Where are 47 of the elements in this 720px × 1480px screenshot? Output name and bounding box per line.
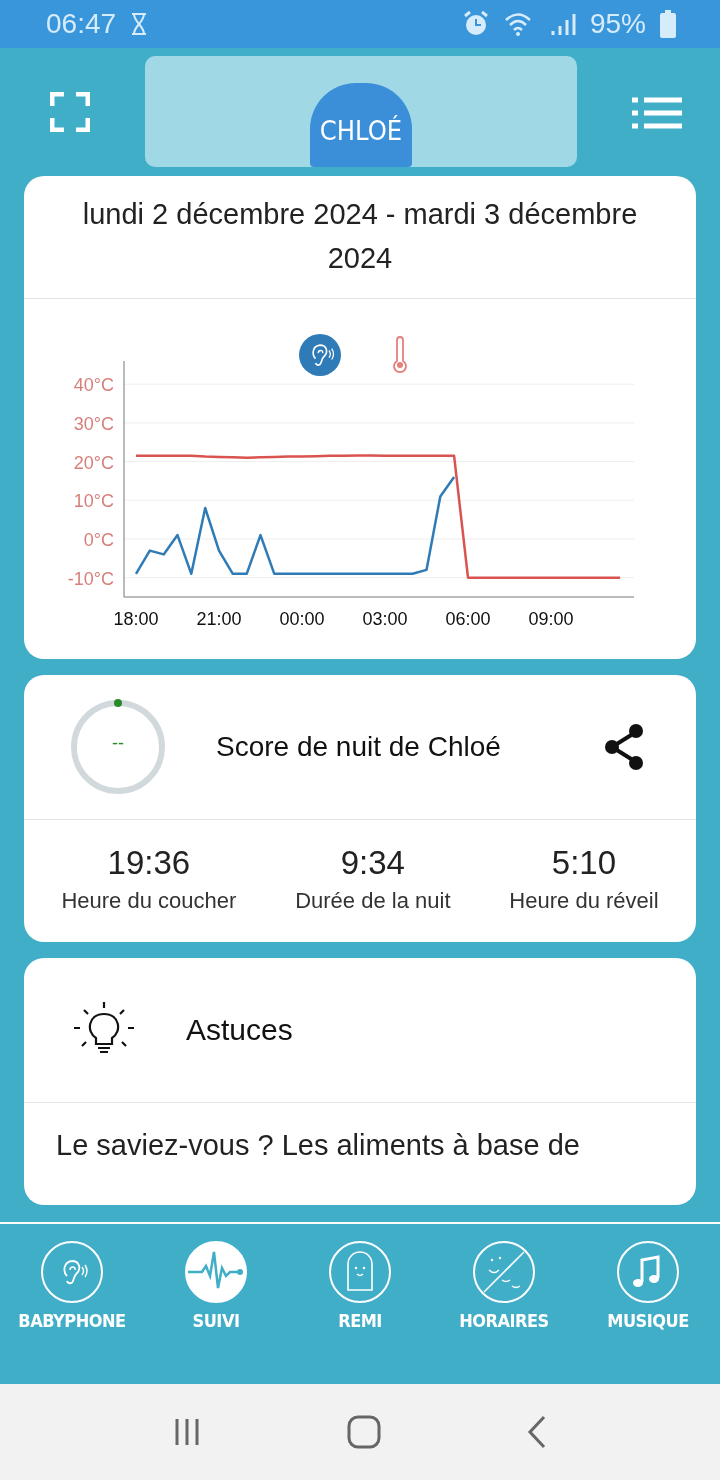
x-tick-label: 09:00 xyxy=(528,609,574,629)
remi-icon xyxy=(328,1240,392,1304)
battery-percent: 95% xyxy=(589,8,646,40)
x-tick-label: 00:00 xyxy=(279,609,325,629)
schedule-icon xyxy=(472,1240,536,1304)
signal-icon xyxy=(549,11,576,37)
ear-icon xyxy=(298,333,342,377)
fullscreen-button[interactable] xyxy=(50,92,90,132)
battery-icon xyxy=(660,10,676,38)
x-tick-label: 03:00 xyxy=(362,609,408,629)
y-tick-label: 0°C xyxy=(83,529,114,550)
y-tick-label: 10°C xyxy=(73,491,114,512)
menu-button[interactable] xyxy=(632,96,682,130)
score-title: Score de nuit de Chloé xyxy=(216,731,502,763)
stat-value: 19:36 xyxy=(107,844,191,882)
legend-toggle[interactable] xyxy=(298,333,342,377)
y-tick-label: -10°C xyxy=(67,568,114,589)
x-tick-label: 06:00 xyxy=(445,609,491,629)
y-tick-label: 20°C xyxy=(73,452,114,473)
stat-value: 9:34 xyxy=(340,844,405,882)
stat-label: Heure du coucher xyxy=(61,888,237,914)
share-button[interactable] xyxy=(602,722,646,772)
nav-tab[interactable]: SUIVI xyxy=(156,1240,276,1384)
pulse-icon xyxy=(184,1240,248,1304)
x-tick-label: 21:00 xyxy=(196,609,242,629)
nav-tab[interactable]: BABYPHONE xyxy=(12,1240,132,1384)
hourglass-icon xyxy=(130,12,149,36)
nav-tab[interactable]: REMI xyxy=(300,1240,420,1384)
stat-value: 5:10 xyxy=(551,844,617,882)
stat-label: Durée de la nuit xyxy=(295,888,451,914)
y-tick-label: 40°C xyxy=(73,375,114,396)
status-time: 06:47 xyxy=(46,8,117,40)
y-tick-label: 30°C xyxy=(73,413,114,434)
tips-title: Astuces xyxy=(186,1013,293,1047)
x-tick-label: 18:00 xyxy=(113,609,159,629)
stat-label: Heure du réveil xyxy=(509,888,659,914)
child-tab[interactable]: CHLOÉ xyxy=(310,83,412,167)
home-button[interactable] xyxy=(347,1415,381,1449)
tip-text: Le saviez-vous ? Les aliments à base de xyxy=(55,1128,581,1163)
back-button[interactable] xyxy=(525,1415,548,1449)
date-range: lundi 2 décembre 2024 - mardi 3 décembre 2024 xyxy=(24,176,696,299)
music-icon xyxy=(616,1240,680,1304)
nav-tab[interactable]: MUSIQUE xyxy=(588,1240,708,1384)
ear-icon xyxy=(40,1240,104,1304)
alarm-icon xyxy=(461,10,490,38)
nav-tab[interactable]: HORAIRES xyxy=(444,1240,564,1384)
score-value: -- xyxy=(111,733,125,754)
